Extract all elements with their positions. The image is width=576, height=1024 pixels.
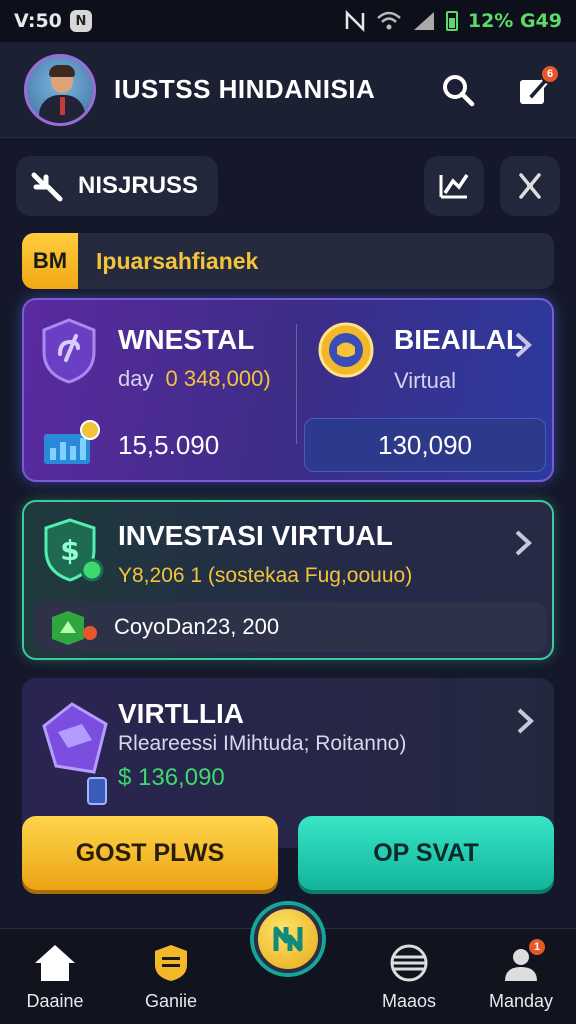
card1-left-sub: day 0 348,000) xyxy=(118,366,271,392)
money-shield-icon: $ xyxy=(44,518,104,582)
banner-text: Ipuarsahfianek xyxy=(96,247,259,274)
box-icon xyxy=(52,611,97,645)
nfc-icon xyxy=(345,10,365,32)
svg-text:$: $ xyxy=(60,534,79,567)
battery-icon xyxy=(445,11,458,31)
status-icons: 12% G49 xyxy=(344,10,562,32)
battery-text: 12% G49 xyxy=(467,10,562,32)
home-icon xyxy=(35,945,75,981)
nav-games-label: Ganiie xyxy=(144,991,198,1011)
card2-detail-row[interactable]: CoyoDan23, 200 xyxy=(34,602,546,652)
globe-icon xyxy=(390,944,428,982)
card1-left-title: WNESTAL xyxy=(118,324,255,355)
nav-monday-badge: 1 xyxy=(527,937,547,957)
card1-left-sub-label: day xyxy=(118,366,154,391)
card3-subtitle: Rleareessi IMihtuda; Roitanno) xyxy=(118,732,407,755)
card3-title: VIRTLLIA xyxy=(118,698,244,729)
coin-icon xyxy=(318,322,374,378)
banner-tag: BM xyxy=(22,233,78,289)
summary-card[interactable]: WNESTAL day 0 348,000) 15,5.090 BIEAILAL … xyxy=(22,298,554,482)
investasi-card[interactable]: $ INVESTASI VIRTUAL Y8,206 1 (sostekaa F… xyxy=(22,500,554,660)
bottom-navigation: Daaine Ganiie Maaos 1 Manday xyxy=(0,905,576,1024)
chevron-right-icon[interactable] xyxy=(512,528,534,558)
nav-center-button[interactable] xyxy=(254,905,322,973)
card2-subtitle: Y8,206 1 (sostekaa Fug,oouuo) xyxy=(118,564,413,587)
app-header: IUSTSS HINDANISIA 6 xyxy=(0,42,576,138)
nav-maps[interactable]: Maaos xyxy=(354,943,464,1012)
nav-monday-label: Manday xyxy=(488,991,554,1011)
card1-right-sub: Virtual xyxy=(394,368,456,393)
section-chip[interactable]: NISJRUSS xyxy=(16,156,219,216)
bar-chart-icon xyxy=(44,420,100,464)
notification-count-badge: 6 xyxy=(540,63,560,84)
chart-tool-button[interactable] xyxy=(424,156,484,216)
card1-divider xyxy=(296,324,297,444)
card1-right-amount: 130,090 xyxy=(378,429,472,460)
nav-maps-label: Maaos xyxy=(381,991,437,1011)
gost-plws-button[interactable]: GOST PLWS xyxy=(22,816,278,890)
card3-amount: $ 136,090 xyxy=(118,764,225,791)
nav-games[interactable]: Ganiie xyxy=(116,943,226,1012)
profile-icon-wrap: 1 xyxy=(501,937,547,983)
card1-right-amount-box: 130,090 xyxy=(304,418,546,472)
wifi-icon xyxy=(377,11,401,30)
section-toolbar: NISJRUSS xyxy=(16,156,560,216)
promo-banner[interactable]: BM Ipuarsahfianek xyxy=(22,233,554,289)
card1-right-title: BIEAILAL xyxy=(394,324,524,355)
chevron-right-icon[interactable] xyxy=(512,330,534,360)
arrow-collapse-icon xyxy=(31,172,63,202)
status-time: V:50 xyxy=(14,10,62,32)
search-icon xyxy=(443,74,475,106)
page-title: IUSTSS HINDANISIA xyxy=(114,74,376,104)
nav-home-label: Daaine xyxy=(26,991,84,1011)
nav-home[interactable]: Daaine xyxy=(0,943,110,1012)
search-button[interactable] xyxy=(440,72,476,108)
card2-title: INVESTASI VIRTUAL xyxy=(118,520,393,551)
op-svat-button[interactable]: OP SVAT xyxy=(298,816,554,890)
card1-left-amount: 15,5.090 xyxy=(118,430,220,460)
notifications-button[interactable]: 6 xyxy=(516,63,560,108)
chevron-right-icon[interactable] xyxy=(514,706,536,736)
shield-badge-icon xyxy=(155,945,187,981)
card2-row-text: CoyoDan23, 200 xyxy=(114,614,280,639)
avatar[interactable] xyxy=(24,53,96,126)
trend-chart-icon xyxy=(439,174,469,199)
tools-button[interactable] xyxy=(500,156,560,216)
crystal-wallet-icon xyxy=(42,702,108,805)
section-label: NISJRUSS xyxy=(78,172,199,199)
status-bar: V:50 N 12% G49 xyxy=(0,0,576,42)
card1-left-sub-value: 0 348,000) xyxy=(165,366,271,391)
signal-icon xyxy=(413,12,434,30)
notification-badge-icon: N xyxy=(69,10,92,32)
nav-monday[interactable]: 1 Manday xyxy=(466,937,576,1012)
brand-logo-icon xyxy=(273,926,303,952)
tools-icon xyxy=(519,173,541,199)
shield-icon xyxy=(42,318,96,384)
